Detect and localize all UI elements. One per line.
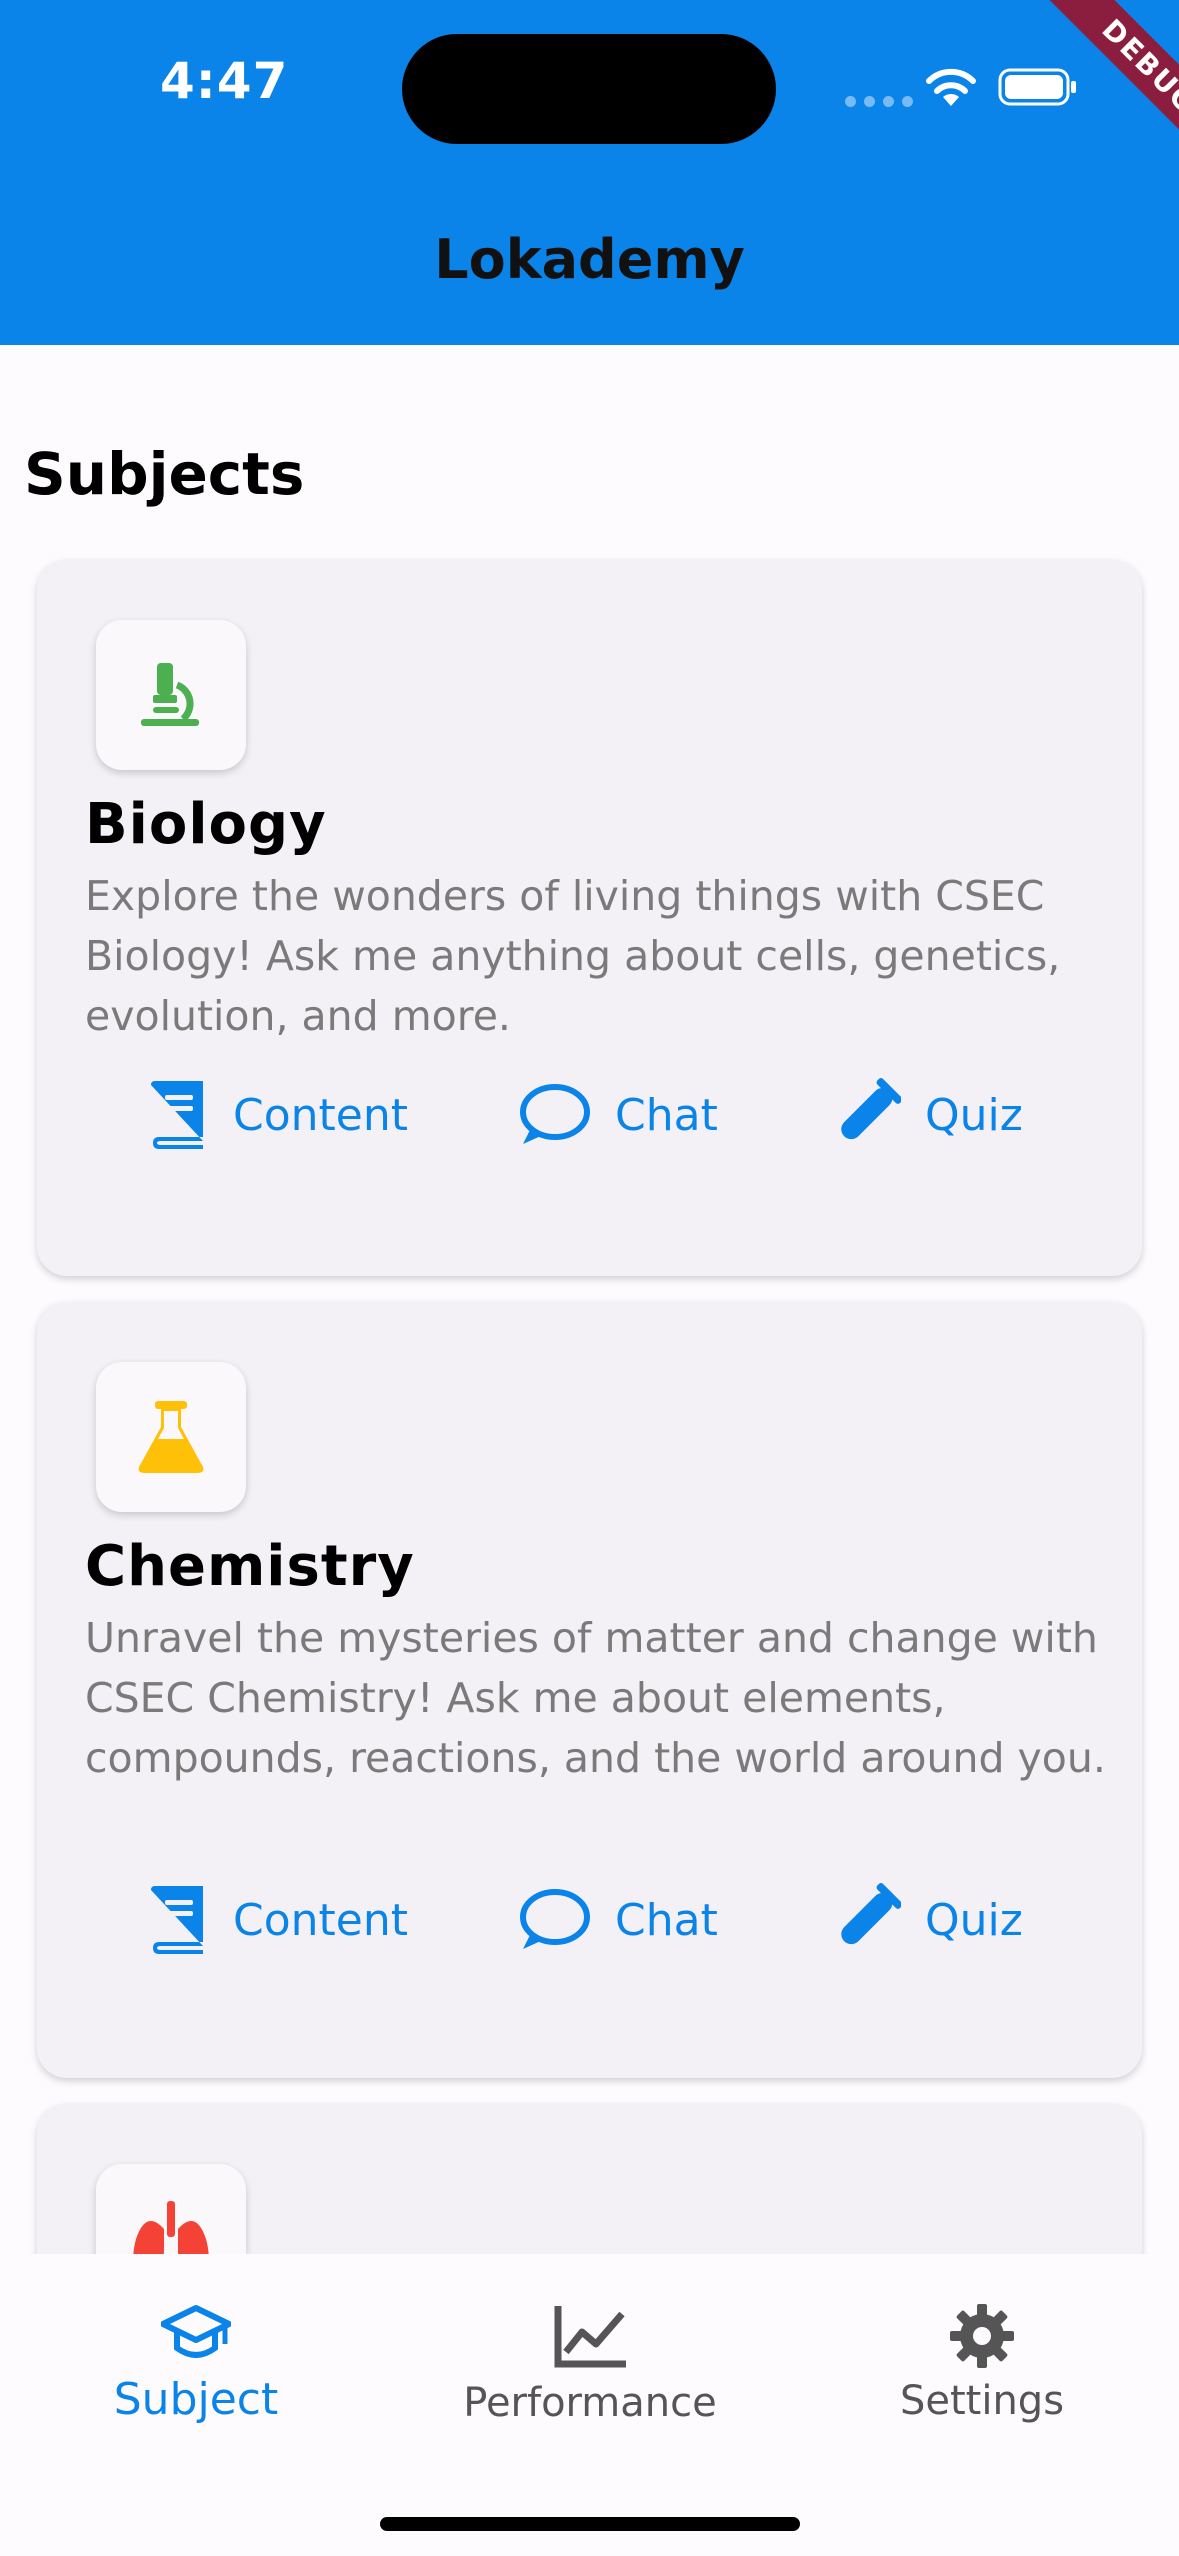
subject-icon-tile bbox=[96, 1362, 246, 1512]
nav-item-subject[interactable]: Subject bbox=[46, 2304, 346, 2425]
chat-bubble-icon bbox=[520, 1889, 590, 1949]
microscope-icon bbox=[141, 663, 199, 726]
quiz-button[interactable]: Quiz bbox=[827, 1880, 1023, 1960]
subject-card-chemistry[interactable]: Chemistry Unravel the mysteries of matte… bbox=[37, 1302, 1142, 2078]
nav-label-settings: Settings bbox=[899, 2378, 1065, 2424]
quiz-label: Quiz bbox=[925, 1894, 1023, 1946]
chat-label: Chat bbox=[615, 1089, 718, 1141]
subject-description: Explore the wonders of living things wit… bbox=[85, 872, 1061, 1040]
content-label: Content bbox=[233, 1089, 408, 1141]
nav-item-performance[interactable]: Performance bbox=[440, 2304, 740, 2426]
cellular-signal-icon bbox=[845, 96, 913, 107]
subject-title: Biology bbox=[85, 792, 327, 857]
chat-bubble-icon bbox=[520, 1084, 590, 1144]
nav-label-subject: Subject bbox=[113, 2374, 279, 2425]
chat-button[interactable]: Chat bbox=[517, 1075, 718, 1155]
subject-actions: Content Chat Quiz bbox=[37, 1880, 1142, 1960]
quiz-button[interactable]: Quiz bbox=[827, 1075, 1023, 1155]
nav-label-performance: Performance bbox=[463, 2380, 717, 2426]
nav-item-settings[interactable]: Settings bbox=[832, 2304, 1132, 2424]
status-time: 4:47 bbox=[160, 52, 289, 110]
graduation-cap-icon bbox=[161, 2305, 231, 2358]
flask-icon bbox=[138, 1401, 204, 1473]
subject-card-biology[interactable]: Biology Explore the wonders of living th… bbox=[37, 560, 1142, 1276]
book-icon bbox=[151, 1886, 203, 1954]
wifi-icon bbox=[926, 68, 976, 106]
subject-actions: Content Chat Quiz bbox=[37, 1075, 1142, 1155]
app-header: 4:47 DEBUG Lokademy bbox=[0, 0, 1179, 345]
content-button[interactable]: Content bbox=[145, 1075, 408, 1155]
section-title: Subjects bbox=[24, 440, 305, 508]
debug-banner: DEBUG bbox=[999, 0, 1179, 180]
test-tube-icon bbox=[841, 1883, 901, 1945]
line-chart-icon bbox=[554, 2306, 626, 2368]
home-indicator[interactable] bbox=[380, 2517, 800, 2531]
debug-label: DEBUG bbox=[1040, 0, 1179, 176]
subject-icon-tile bbox=[96, 620, 246, 770]
app-title: Lokademy bbox=[434, 228, 745, 291]
chat-label: Chat bbox=[615, 1894, 718, 1946]
chat-button[interactable]: Chat bbox=[517, 1880, 718, 1960]
content-button[interactable]: Content bbox=[145, 1880, 408, 1960]
quiz-label: Quiz bbox=[925, 1089, 1023, 1141]
bottom-navigation: Subject Performance Settings bbox=[0, 2254, 1179, 2556]
test-tube-icon bbox=[841, 1078, 901, 1140]
gear-icon bbox=[950, 2304, 1014, 2368]
book-icon bbox=[151, 1081, 203, 1149]
dynamic-island bbox=[402, 34, 776, 144]
subject-description: Unravel the mysteries of matter and chan… bbox=[85, 1614, 1106, 1782]
content-label: Content bbox=[233, 1894, 408, 1946]
subject-title: Chemistry bbox=[85, 1534, 415, 1599]
